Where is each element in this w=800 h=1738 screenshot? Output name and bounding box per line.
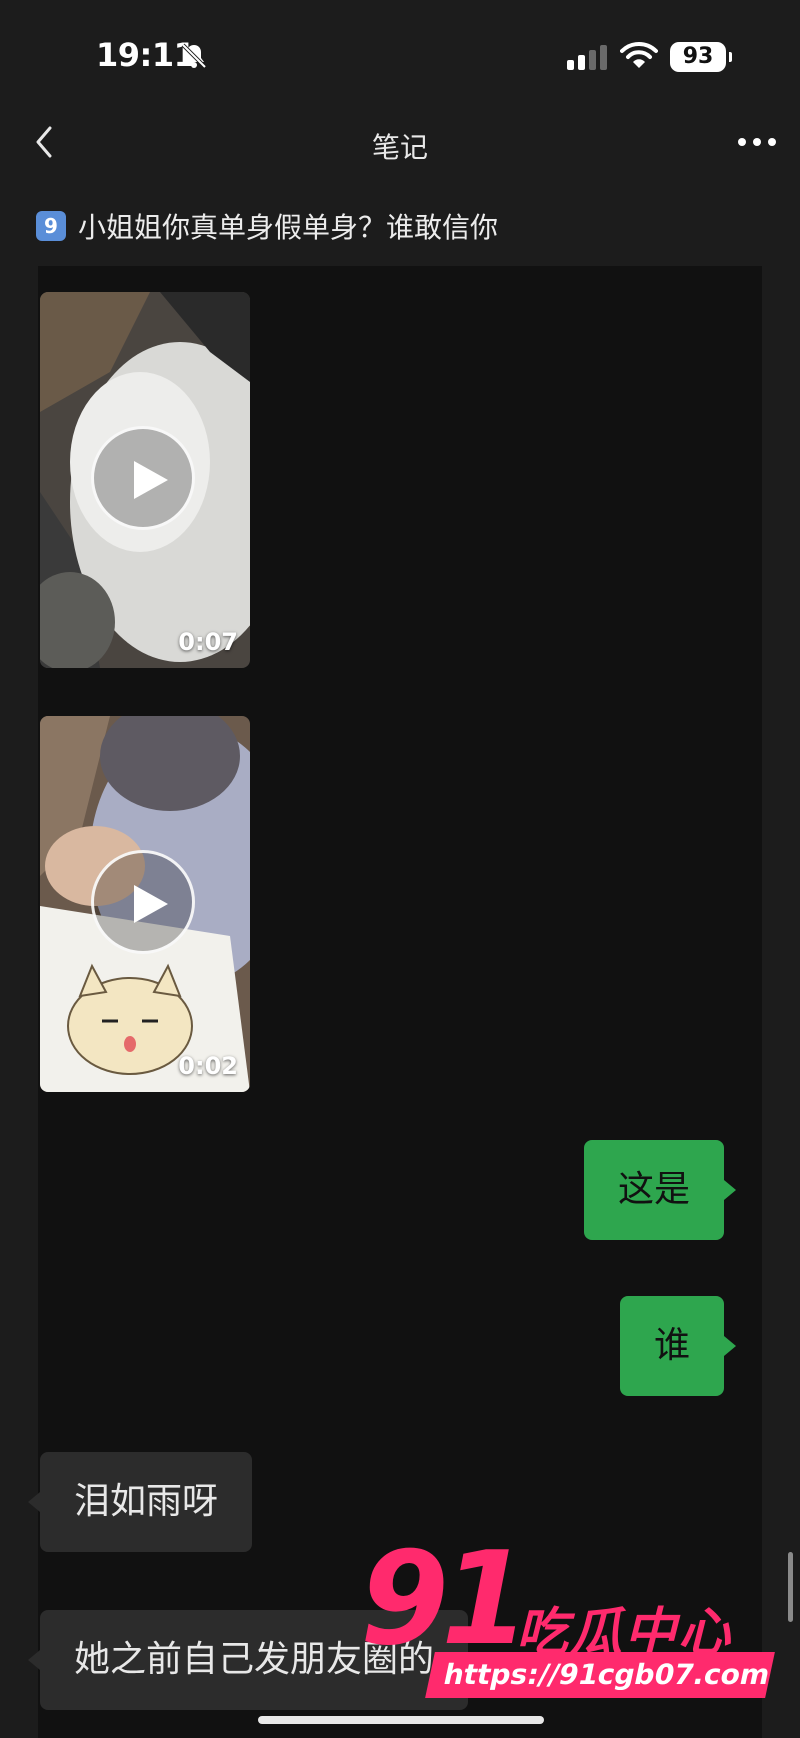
watermark-url: https://91cgb07.com	[425, 1652, 775, 1698]
chat-history[interactable]: 0:07 0:02 这是 谁 泪如雨呀 她之前自己发朋友圈的	[27, 266, 762, 1738]
video-message-2[interactable]: 0:02	[40, 716, 250, 1092]
nav-bar: 笔记	[0, 100, 800, 190]
more-options-icon[interactable]	[734, 120, 780, 164]
note-title: 9 小姐姐你真单身假单身？谁敢信你	[36, 206, 498, 246]
wifi-icon	[620, 41, 658, 68]
page-title: 笔记	[371, 131, 428, 164]
play-icon[interactable]	[91, 426, 195, 530]
play-icon[interactable]	[91, 850, 195, 954]
number-badge: 9	[36, 211, 66, 241]
video-duration: 0:07	[178, 628, 238, 656]
cellular-signal-icon	[567, 45, 607, 70]
battery-indicator: 93	[670, 42, 732, 72]
watermark-number: 91	[360, 1525, 530, 1674]
video-message-1[interactable]: 0:07	[40, 292, 250, 668]
incoming-message-1[interactable]: 泪如雨呀	[27, 1452, 253, 1552]
scrollbar[interactable]	[788, 1552, 793, 1622]
note-title-text: 小姐姐你真单身假单身？谁敢信你	[78, 211, 499, 244]
outgoing-message-1[interactable]: 这是	[584, 1140, 737, 1240]
bell-muted-icon	[181, 43, 207, 69]
video-duration: 0:02	[178, 1052, 238, 1080]
outgoing-message-2[interactable]: 谁	[620, 1296, 737, 1396]
watermark-logo: 91 吃瓜中心 https://91cgb07.com	[360, 1536, 780, 1716]
home-indicator[interactable]	[258, 1716, 544, 1724]
status-bar: 19:11 93	[0, 0, 800, 100]
